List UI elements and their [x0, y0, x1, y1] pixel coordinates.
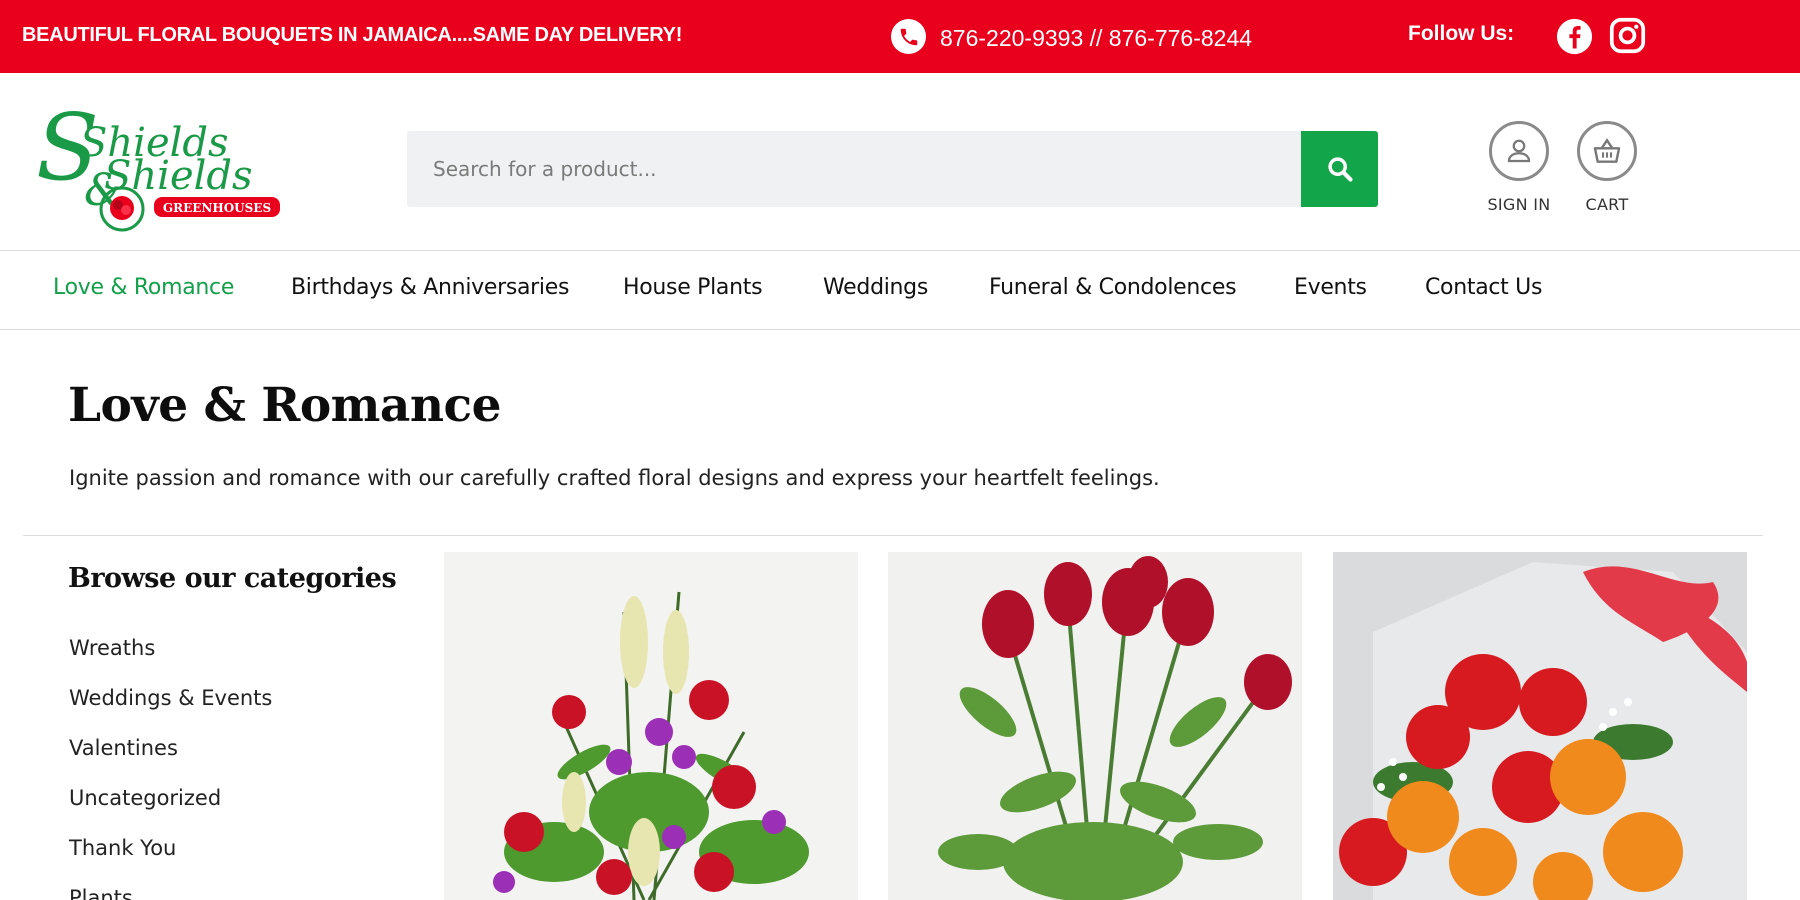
- instagram-icon[interactable]: [1609, 17, 1646, 54]
- search-bar: [407, 131, 1378, 207]
- search-icon: [1327, 157, 1353, 182]
- product-image-rose-bouquet-wrapped[interactable]: [1333, 552, 1747, 900]
- nav-events[interactable]: Events: [1294, 275, 1367, 300]
- sign-in-label: SIGN IN: [1487, 195, 1551, 214]
- phone-numbers[interactable]: 876-220-9393 // 876-776-8244: [940, 25, 1252, 52]
- main-nav: Love & Romance Birthdays & Anniversaries…: [0, 251, 1800, 330]
- section-divider: [23, 535, 1763, 536]
- cart-button[interactable]: CART: [1562, 121, 1652, 214]
- category-thank-you[interactable]: Thank You: [69, 836, 272, 886]
- cart-label: CART: [1585, 195, 1629, 214]
- page-description: Ignite passion and romance with our care…: [69, 466, 1160, 490]
- user-icon: [1507, 139, 1531, 163]
- product-image-mixed-lily-arrangement[interactable]: [444, 552, 858, 900]
- nav-contact-us[interactable]: Contact Us: [1425, 275, 1542, 300]
- shields-logo[interactable]: S Shields Shields & GREENHOUSES: [34, 94, 284, 233]
- search-input[interactable]: [407, 131, 1302, 207]
- logo-word-2: Shields: [104, 153, 253, 199]
- nav-house-plants[interactable]: House Plants: [623, 275, 763, 300]
- follow-us-label: Follow Us:: [1408, 22, 1515, 45]
- sign-in-button[interactable]: SIGN IN: [1474, 121, 1564, 214]
- nav-love-romance[interactable]: Love & Romance: [53, 275, 234, 300]
- category-wreaths[interactable]: Wreaths: [69, 636, 272, 686]
- nav-weddings[interactable]: Weddings: [823, 275, 928, 300]
- top-announcement-bar: BEAUTIFUL FLORAL BOUQUETS IN JAMAICA....…: [0, 0, 1800, 73]
- nav-funeral-condolences[interactable]: Funeral & Condolences: [989, 275, 1237, 300]
- category-uncategorized[interactable]: Uncategorized: [69, 786, 272, 836]
- site-header: S Shields Shields & GREENHOUSES SIGN IN …: [0, 73, 1800, 251]
- category-weddings-events[interactable]: Weddings & Events: [69, 686, 272, 736]
- search-button[interactable]: [1301, 131, 1378, 207]
- phone-icon: [891, 19, 926, 54]
- logo-tag: GREENHOUSES: [163, 201, 271, 215]
- basket-icon: [1593, 138, 1621, 163]
- category-list: Wreaths Weddings & Events Valentines Unc…: [69, 636, 272, 900]
- categories-title: Browse our categories: [68, 563, 397, 594]
- product-image-red-roses-vase[interactable]: [888, 552, 1302, 900]
- page-title: Love & Romance: [68, 378, 502, 433]
- category-valentines[interactable]: Valentines: [69, 736, 272, 786]
- nav-birthdays-anniversaries[interactable]: Birthdays & Anniversaries: [291, 275, 569, 300]
- category-plants[interactable]: Plants: [69, 886, 272, 900]
- facebook-icon[interactable]: [1556, 18, 1593, 55]
- promo-text: BEAUTIFUL FLORAL BOUQUETS IN JAMAICA....…: [22, 24, 683, 46]
